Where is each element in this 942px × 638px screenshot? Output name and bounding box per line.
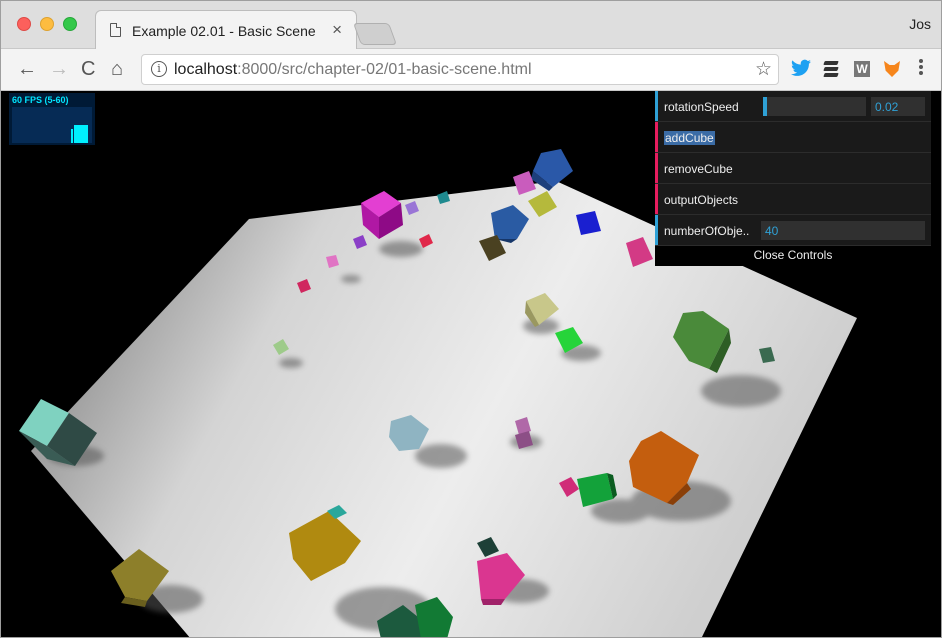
rotation-speed-input[interactable]: 0.02 <box>871 97 925 116</box>
address-bar[interactable]: i localhost:8000/src/chapter-02/01-basic… <box>141 54 779 85</box>
profile-name[interactable]: Jos <box>909 16 931 32</box>
fps-graph-bar <box>71 125 88 143</box>
new-tab-button[interactable] <box>352 23 398 45</box>
remove-cube-button[interactable]: removeCube <box>664 162 733 176</box>
output-objects-button[interactable]: outputObjects <box>664 193 738 207</box>
control-type-stripe <box>655 91 658 121</box>
browser-window: Example 02.01 - Basic Scene × Jos ← → C … <box>0 0 942 638</box>
document-icon <box>110 23 121 37</box>
info-icon[interactable]: i <box>151 61 167 77</box>
bookmark-star-icon[interactable]: ☆ <box>755 58 772 81</box>
fps-graph <box>12 107 92 143</box>
control-type-stripe <box>655 122 658 152</box>
control-remove-cube[interactable]: removeCube <box>655 153 931 184</box>
control-type-stripe <box>655 153 658 183</box>
control-label: numberOfObje.. <box>664 224 750 238</box>
fps-readout: 60 FPS (5-60) <box>12 95 69 105</box>
tab-basic-scene[interactable]: Example 02.01 - Basic Scene × <box>95 10 357 50</box>
twitter-bird-icon <box>791 59 811 76</box>
control-add-cube[interactable]: addCube <box>655 122 931 153</box>
buffer-extension-icon[interactable] <box>823 61 839 77</box>
tab-title: Example 02.01 - Basic Scene <box>132 23 316 39</box>
wiki-extension-icon[interactable]: W <box>854 61 870 77</box>
back-arrow-icon[interactable]: ← <box>17 57 37 81</box>
browser-menu-icon[interactable] <box>919 59 925 79</box>
reload-icon[interactable]: C <box>81 57 95 81</box>
close-window-button[interactable] <box>17 17 31 31</box>
url-text[interactable]: localhost:8000/src/chapter-02/01-basic-s… <box>174 61 532 79</box>
metamask-fox-icon[interactable] <box>884 61 900 77</box>
minimize-window-button[interactable] <box>40 17 54 31</box>
url-path: :8000/src/chapter-02/01-basic-scene.html <box>237 61 532 78</box>
dat-gui-panel: rotationSpeed 0.02 addCube removeCube ou… <box>655 91 931 266</box>
tab-strip: Example 02.01 - Basic Scene × Jos <box>1 1 941 50</box>
rotation-speed-slider[interactable] <box>763 97 866 116</box>
control-output-objects[interactable]: outputObjects <box>655 184 931 215</box>
control-rotation-speed: rotationSpeed 0.02 <box>655 91 931 122</box>
control-label: rotationSpeed <box>664 100 739 114</box>
webgl-viewport[interactable]: 60 FPS (5-60) rotationSpeed 0.02 addCube… <box>1 91 941 637</box>
browser-toolbar: ← → C ⌂ i localhost:8000/src/chapter-02/… <box>1 49 941 91</box>
forward-arrow-icon[interactable]: → <box>49 57 69 81</box>
slider-fill <box>763 97 768 116</box>
twitter-extension-icon[interactable] <box>791 59 811 79</box>
number-of-objects-field[interactable]: 40 <box>761 221 925 240</box>
tab-close-icon[interactable]: × <box>332 20 342 40</box>
close-controls-button[interactable]: Close Controls <box>655 246 931 266</box>
url-host: localhost <box>174 61 238 78</box>
control-number-of-objects: numberOfObje.. 40 <box>655 215 931 246</box>
control-type-stripe <box>655 184 658 214</box>
maximize-window-button[interactable] <box>63 17 77 31</box>
home-icon[interactable]: ⌂ <box>111 57 123 81</box>
control-type-stripe <box>655 215 658 245</box>
fps-stats-panel[interactable]: 60 FPS (5-60) <box>9 93 95 145</box>
add-cube-button[interactable]: addCube <box>664 131 715 145</box>
